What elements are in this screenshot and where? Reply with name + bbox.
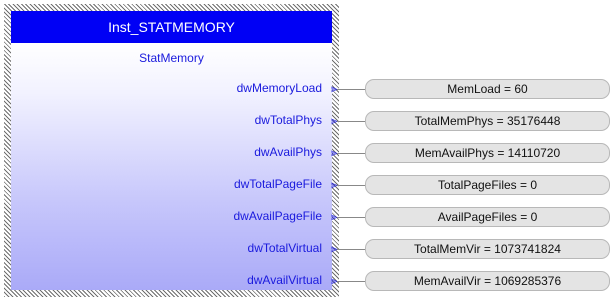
output-pin-dwavailphys[interactable]: dwAvailPhys <box>254 145 322 159</box>
function-block-type-name: StatMemory <box>139 51 204 65</box>
value-display-totalpagefiles[interactable]: TotalPageFiles = 0 <box>365 175 610 195</box>
output-pin-dwtotalphys[interactable]: dwTotalPhys <box>255 113 322 127</box>
output-pin-dwtotalvirtual[interactable]: dwTotalVirtual <box>248 241 322 255</box>
output-pin-dwtotalpagefile[interactable]: dwTotalPageFile <box>234 177 322 191</box>
output-pin-dwavailpagefile[interactable]: dwAvailPageFile <box>234 209 323 223</box>
output-pin-dwmemoryload[interactable]: dwMemoryLoad <box>237 81 322 95</box>
value-display-memavailvir[interactable]: MemAvailVir = 1069285376 <box>365 271 610 291</box>
function-block-instance-title[interactable]: Inst_STATMEMORY <box>11 11 332 43</box>
output-pin-dwavailvirtual[interactable]: dwAvailVirtual <box>247 273 322 287</box>
function-block-body[interactable]: StatMemory dwMemoryLoad dwTotalPhys dwAv… <box>11 43 332 290</box>
value-display-memavailphys[interactable]: MemAvailPhys = 14110720 <box>365 143 610 163</box>
value-display-memload[interactable]: MemLoad = 60 <box>365 79 610 99</box>
value-display-totalmemvir[interactable]: TotalMemVir = 1073741824 <box>365 239 610 259</box>
value-display-availpagefiles[interactable]: AvailPageFiles = 0 <box>365 207 610 227</box>
value-display-totalmemphys[interactable]: TotalMemPhys = 35176448 <box>365 111 610 131</box>
